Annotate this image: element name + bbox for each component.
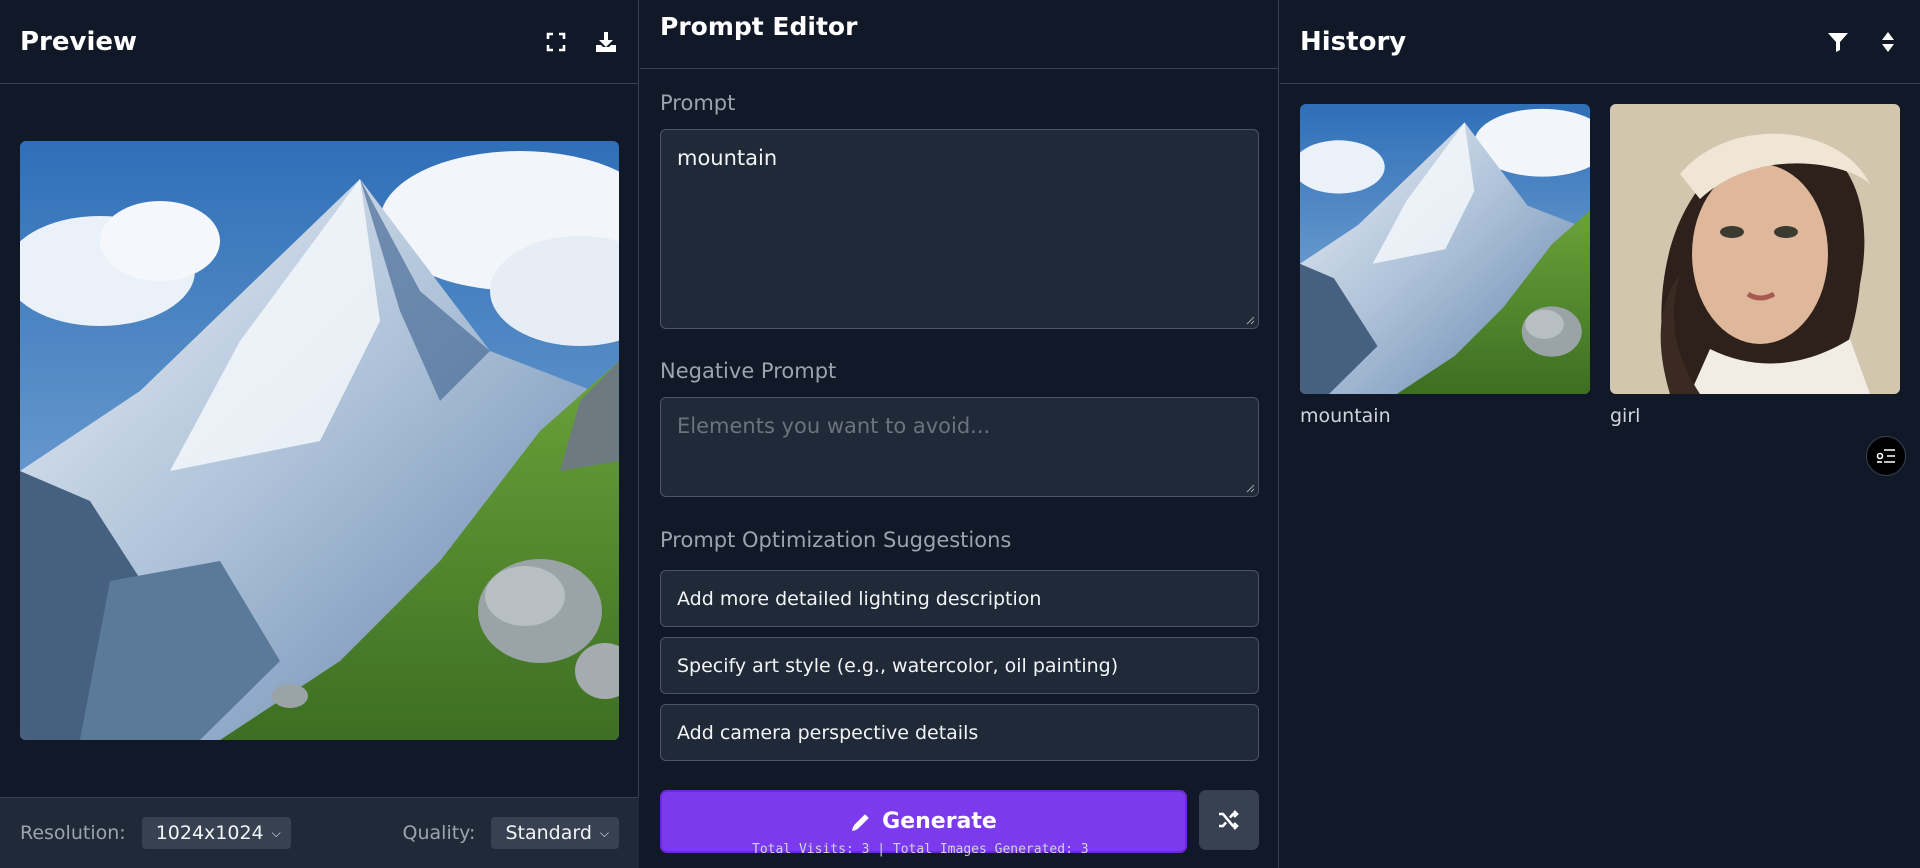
history-toolbar: [1826, 30, 1900, 54]
negative-prompt-placeholder: Elements you want to avoid...: [677, 414, 991, 438]
preview-header: Preview: [0, 0, 638, 84]
preview-image: [20, 141, 619, 740]
history-item-girl[interactable]: girl: [1610, 104, 1900, 427]
editor-header: Prompt Editor: [640, 0, 1278, 69]
preview-toolbar: [544, 30, 618, 54]
list-settings-icon: [1876, 449, 1895, 463]
filter-icon[interactable]: [1826, 30, 1850, 54]
suggestion-item[interactable]: Specify art style (e.g., watercolor, oil…: [660, 637, 1259, 694]
quality-value: Standard: [505, 822, 592, 844]
floating-menu-button[interactable]: [1866, 436, 1906, 476]
history-title: History: [1300, 26, 1407, 57]
chevron-down-icon: ⌵: [271, 825, 281, 840]
editor-title: Prompt Editor: [660, 12, 858, 41]
suggestion-item[interactable]: Add camera perspective details: [660, 704, 1259, 761]
history-caption: girl: [1610, 405, 1641, 427]
prompt-value: mountain: [677, 146, 778, 170]
shuffle-icon: [1219, 810, 1239, 830]
download-icon[interactable]: [594, 30, 618, 54]
quality-select[interactable]: Standard ⌵: [491, 817, 619, 849]
suggestion-item[interactable]: Add more detailed lighting description: [660, 570, 1259, 627]
usage-stats: Total Visits: 3 | Total Images Generated…: [752, 842, 1089, 857]
suggestions-label: Prompt Optimization Suggestions: [660, 528, 1012, 552]
preview-panel: Preview Resolution: 1024x1024 ⌵ Quality:…: [0, 0, 639, 868]
fullscreen-icon[interactable]: [544, 30, 568, 54]
resize-grip-icon[interactable]: [1246, 484, 1255, 493]
resolution-select[interactable]: 1024x1024 ⌵: [141, 817, 291, 849]
pencil-icon: [852, 813, 869, 831]
sort-icon[interactable]: [1876, 30, 1900, 54]
history-item-mountain[interactable]: mountain: [1300, 104, 1590, 427]
negative-prompt-label: Negative Prompt: [660, 359, 837, 383]
prompt-label: Prompt: [660, 91, 736, 115]
prompt-editor-panel: Prompt Editor Prompt mountain Negative P…: [640, 0, 1279, 868]
prompt-textarea[interactable]: mountain: [660, 129, 1259, 329]
negative-prompt-textarea[interactable]: Elements you want to avoid...: [660, 397, 1259, 497]
preview-settings-bar: Resolution: 1024x1024 ⌵ Quality: Standar…: [0, 797, 639, 868]
history-header: History: [1280, 0, 1920, 84]
shuffle-button[interactable]: [1199, 790, 1259, 850]
history-thumbnail[interactable]: [1300, 104, 1590, 394]
resize-grip-icon[interactable]: [1246, 316, 1255, 325]
preview-title: Preview: [20, 26, 138, 57]
history-panel: History mountain girl: [1280, 0, 1920, 868]
generate-label: Generate: [882, 809, 997, 834]
history-caption: mountain: [1300, 405, 1391, 427]
quality-label: Quality:: [402, 822, 476, 844]
resolution-label: Resolution:: [20, 822, 126, 844]
chevron-down-icon: ⌵: [599, 825, 609, 840]
resolution-value: 1024x1024: [155, 822, 264, 844]
history-thumbnail[interactable]: [1610, 104, 1900, 394]
